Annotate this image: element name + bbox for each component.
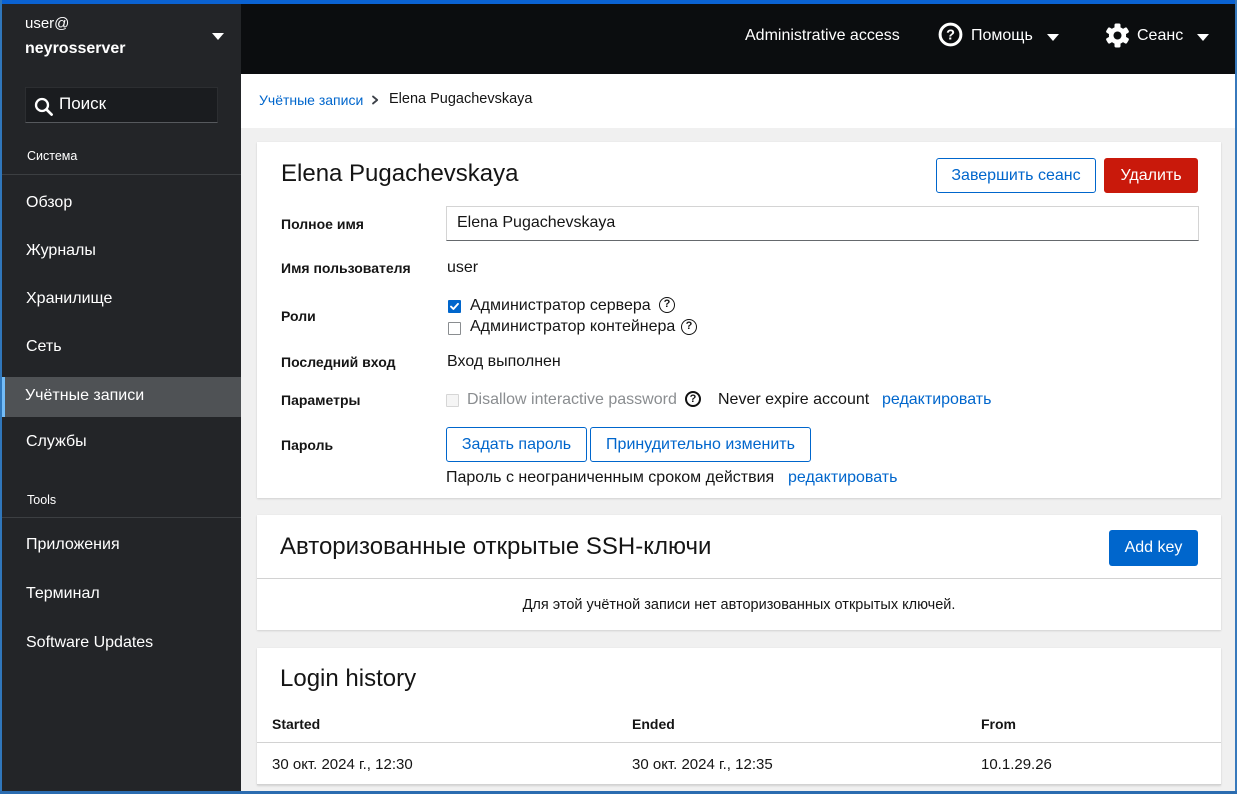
svg-text:?: ? (946, 28, 955, 44)
